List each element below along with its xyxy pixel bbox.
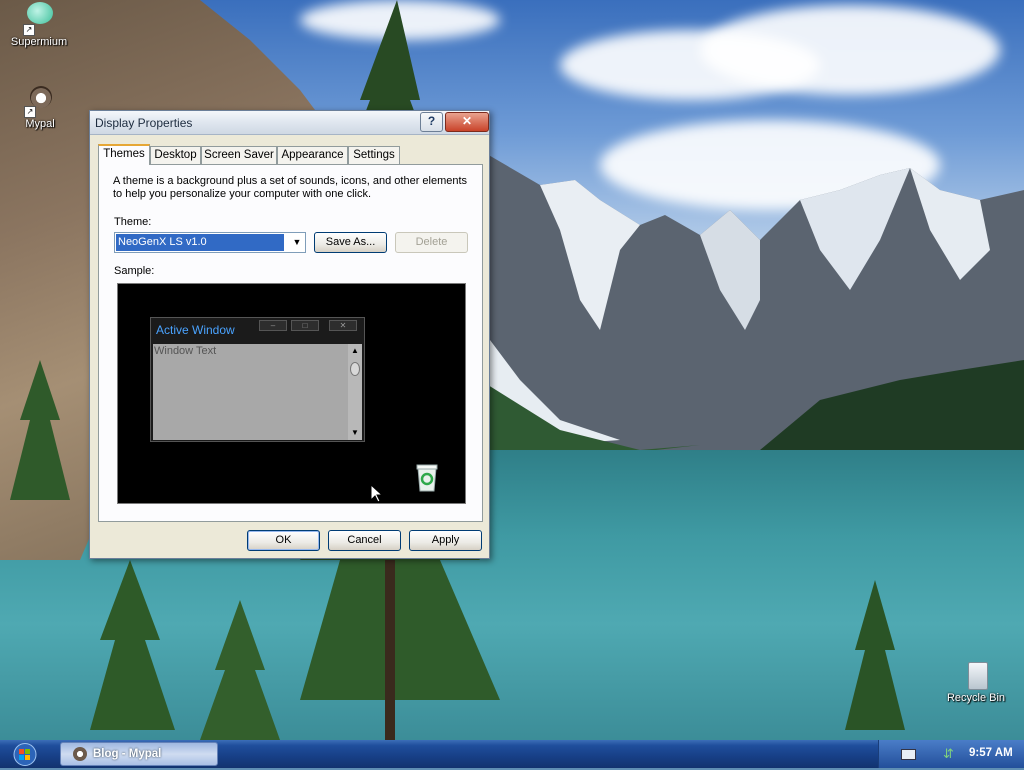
taskbar-item-blog-mypal[interactable]: Blog - Mypal [60,742,218,766]
network-icon[interactable]: ⇵ [943,746,954,762]
close-icon: ✕ [329,320,357,331]
theme-description: A theme is a background plus a set of so… [113,175,468,200]
theme-select[interactable]: NeoGenX LS v1.0 ▼ [114,232,306,253]
sample-window-client: Window Text [153,344,348,440]
scroll-thumb [350,362,360,376]
shortcut-arrow-icon: ↗ [23,24,35,36]
keyboard-icon[interactable] [901,749,916,760]
sample-label: Sample: [114,265,155,277]
mypal-browser-icon [73,747,87,761]
help-button[interactable]: ? [420,112,443,132]
dialog-title: Display Properties [95,116,193,130]
save-as-button[interactable]: Save As... [314,232,387,253]
desktop-icon-label: Supermium [10,36,68,48]
apply-button[interactable]: Apply [409,530,482,551]
chevron-down-icon[interactable]: ▼ [291,236,303,249]
system-tray: ⇵ 9:57 AM [878,740,1024,768]
desktop-icon-label: Recycle Bin [946,692,1006,704]
cancel-button[interactable]: Cancel [328,530,401,551]
dialog-titlebar[interactable]: Display Properties ? ✕ [90,111,489,135]
mouse-cursor-icon [371,485,383,503]
taskbar: Blog - Mypal ⇵ 9:57 AM [0,740,1024,768]
windows-logo-icon [13,743,37,766]
sample-scrollbar: ▲ ▼ [348,344,362,440]
desktop-icon-recycle-bin[interactable]: Recycle Bin [942,658,1010,704]
desktop-icon-label: Mypal [25,118,55,130]
desktop-icon-supermium[interactable]: ↗ Supermium [7,2,71,48]
minimize-icon: – [259,320,287,331]
tab-settings[interactable]: Settings [348,146,400,164]
start-button[interactable] [8,742,42,767]
taskbar-item-label: Blog - Mypal [93,748,162,760]
recycle-bin-icon [960,658,992,690]
sample-window-text: Window Text [154,345,217,357]
maximize-icon: □ [291,320,319,331]
themes-tab-panel: A theme is a background plus a set of so… [98,164,483,522]
tab-themes[interactable]: Themes [98,144,150,165]
sample-active-window: Active Window – □ ✕ Window Text ▲ ▼ [150,317,365,442]
scroll-up-icon: ▲ [351,346,359,355]
theme-select-value: NeoGenX LS v1.0 [116,234,284,251]
recycle-bin-icon [416,464,438,492]
close-button[interactable]: ✕ [445,112,489,132]
desktop-icon-mypal[interactable]: ↗ Mypal [8,84,72,130]
close-icon: ✕ [461,114,473,128]
shortcut-arrow-icon: ↗ [24,106,36,118]
delete-button[interactable]: Delete [395,232,468,253]
scroll-down-icon: ▼ [351,428,359,437]
supermium-browser-icon: ↗ [23,2,55,36]
mypal-browser-icon: ↗ [24,84,56,118]
ok-button[interactable]: OK [247,530,320,551]
tab-desktop[interactable]: Desktop [150,146,201,164]
tab-appearance[interactable]: Appearance [277,146,348,164]
tab-screen-saver[interactable]: Screen Saver [201,146,277,164]
theme-label: Theme: [114,216,152,228]
theme-sample-preview: Active Window – □ ✕ Window Text ▲ ▼ [117,283,466,504]
clock[interactable]: 9:57 AM [969,747,1013,759]
display-properties-dialog: Display Properties ? ✕ Themes Desktop Sc… [89,110,490,559]
sample-window-title: Active Window [156,323,235,337]
